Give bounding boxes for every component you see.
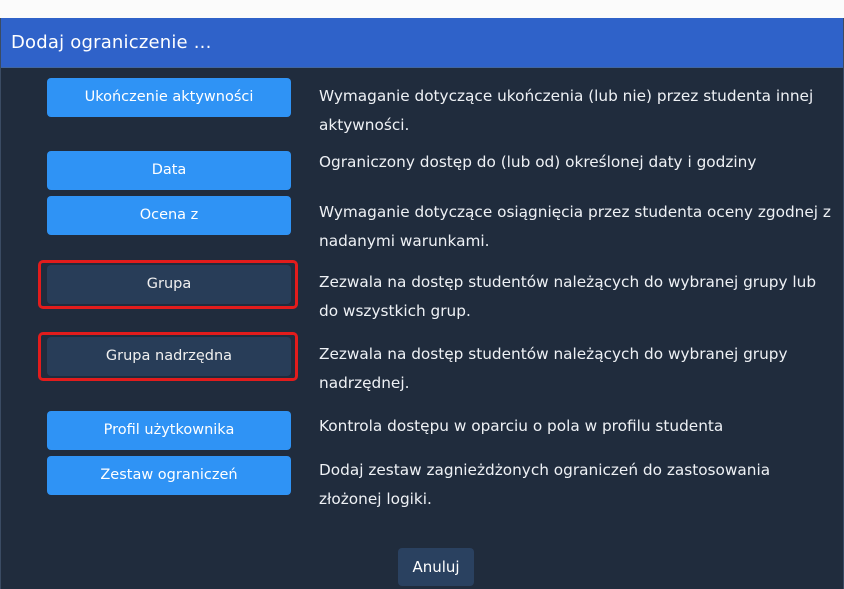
- add-restriction-dialog: Dodaj ograniczenie ... Ukończenie aktywn…: [0, 18, 844, 589]
- grouping-description: Zezwala na dostęp studentów należących d…: [319, 345, 788, 392]
- grade-button[interactable]: Ocena z: [47, 196, 291, 235]
- group-button[interactable]: Grupa: [47, 265, 291, 304]
- group-description: Zezwala na dostęp studentów należących d…: [319, 273, 817, 320]
- activity-completion-description: Wymaganie dotyczące ukończenia (lub nie)…: [319, 87, 814, 134]
- dialog-title: Dodaj ograniczenie ...: [11, 32, 212, 53]
- date-description: Ograniczony dostęp do (lub od) określone…: [319, 153, 757, 171]
- activity-completion-button[interactable]: Ukończenie aktywności: [47, 78, 291, 117]
- user-profile-description: Kontrola dostępu w oparciu o pola w prof…: [319, 417, 724, 435]
- dialog-header: Dodaj ograniczenie ...: [1, 18, 843, 68]
- grade-description: Wymaganie dotyczące osiągnięcia przez st…: [319, 203, 831, 250]
- user-profile-button[interactable]: Profil użytkownika: [47, 411, 291, 450]
- restriction-set-description: Dodaj zestaw zagnieżdżonych ograniczeń d…: [319, 461, 771, 508]
- grouping-button[interactable]: Grupa nadrzędna: [47, 337, 291, 376]
- restriction-set-button[interactable]: Zestaw ograniczeń: [47, 456, 291, 495]
- page-background-strip: [0, 0, 844, 18]
- cancel-button[interactable]: Anuluj: [398, 548, 474, 586]
- date-button[interactable]: Data: [47, 151, 291, 190]
